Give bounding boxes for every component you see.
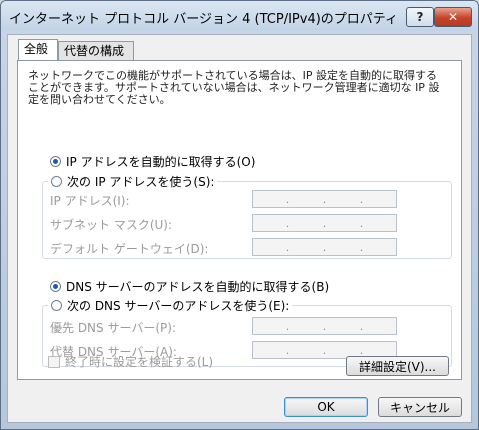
tab-alternate-configuration[interactable]: 代替の構成 xyxy=(58,41,134,60)
help-button[interactable]: ? xyxy=(406,7,434,27)
ip-auto-label: IP アドレスを自動的に取得する(O) xyxy=(66,155,256,169)
default-gateway-label: デフォルト ゲートウェイ(D): xyxy=(50,242,209,256)
dialog-body: 全般 代替の構成 ネットワークでこの機能がサポートされている場合は、IP 設定を… xyxy=(7,34,472,423)
cancel-button[interactable]: キャンセル xyxy=(378,397,462,417)
title-bar: インターネット プロトコル バージョン 4 (TCP/IPv4)のプロパティ ?… xyxy=(1,1,478,31)
dns-auto-option[interactable]: DNS サーバーのアドレスを自動的に取得する(B) xyxy=(50,278,329,295)
ok-button[interactable]: OK xyxy=(284,397,368,417)
dns-auto-label: DNS サーバーのアドレスを自動的に取得する(B) xyxy=(66,280,330,294)
validate-on-exit-label: 終了時に設定を検証する(L) xyxy=(65,355,214,369)
close-button[interactable]: ✕ xyxy=(434,7,472,27)
dns-auto-radio[interactable] xyxy=(50,281,61,292)
tab-general[interactable]: 全般 xyxy=(18,39,58,60)
dialog-window: インターネット プロトコル バージョン 4 (TCP/IPv4)のプロパティ ?… xyxy=(0,0,479,430)
ip-manual-label: 次の IP アドレスを使う(S): xyxy=(67,175,215,189)
ip-manual-option[interactable]: 次の IP アドレスを使う(S): xyxy=(48,173,218,190)
dns-manual-radio[interactable] xyxy=(51,300,62,311)
ip-address-label: IP アドレス(I): xyxy=(50,194,130,208)
ip-manual-radio[interactable] xyxy=(51,176,62,187)
ip-address-input[interactable]: ... xyxy=(252,190,397,208)
dns-manual-option[interactable]: 次の DNS サーバーのアドレスを使う(E): xyxy=(48,297,293,314)
validate-on-exit-checkbox[interactable] xyxy=(48,355,60,368)
subnet-mask-input[interactable]: ... xyxy=(252,214,397,232)
general-tab-panel: ネットワークでこの機能がサポートされている場合は、IP 設定を自動的に取得するこ… xyxy=(17,60,462,380)
preferred-dns-input[interactable]: ... xyxy=(252,317,397,335)
subnet-mask-label: サブネット マスク(U): xyxy=(50,218,173,232)
window-title: インターネット プロトコル バージョン 4 (TCP/IPv4)のプロパティ xyxy=(9,12,399,27)
advanced-button[interactable]: 詳細設定(V)... xyxy=(346,356,449,376)
default-gateway-input[interactable]: ... xyxy=(252,238,397,256)
description-text: ネットワークでこの機能がサポートされている場合は、IP 設定を自動的に取得するこ… xyxy=(28,69,440,106)
dns-manual-label: 次の DNS サーバーのアドレスを使う(E): xyxy=(67,299,290,313)
ip-auto-radio[interactable] xyxy=(50,156,61,167)
validate-on-exit-option[interactable]: 終了時に設定を検証する(L) xyxy=(48,353,213,370)
ip-auto-option[interactable]: IP アドレスを自動的に取得する(O) xyxy=(50,153,255,170)
preferred-dns-label: 優先 DNS サーバー(P): xyxy=(50,321,176,335)
